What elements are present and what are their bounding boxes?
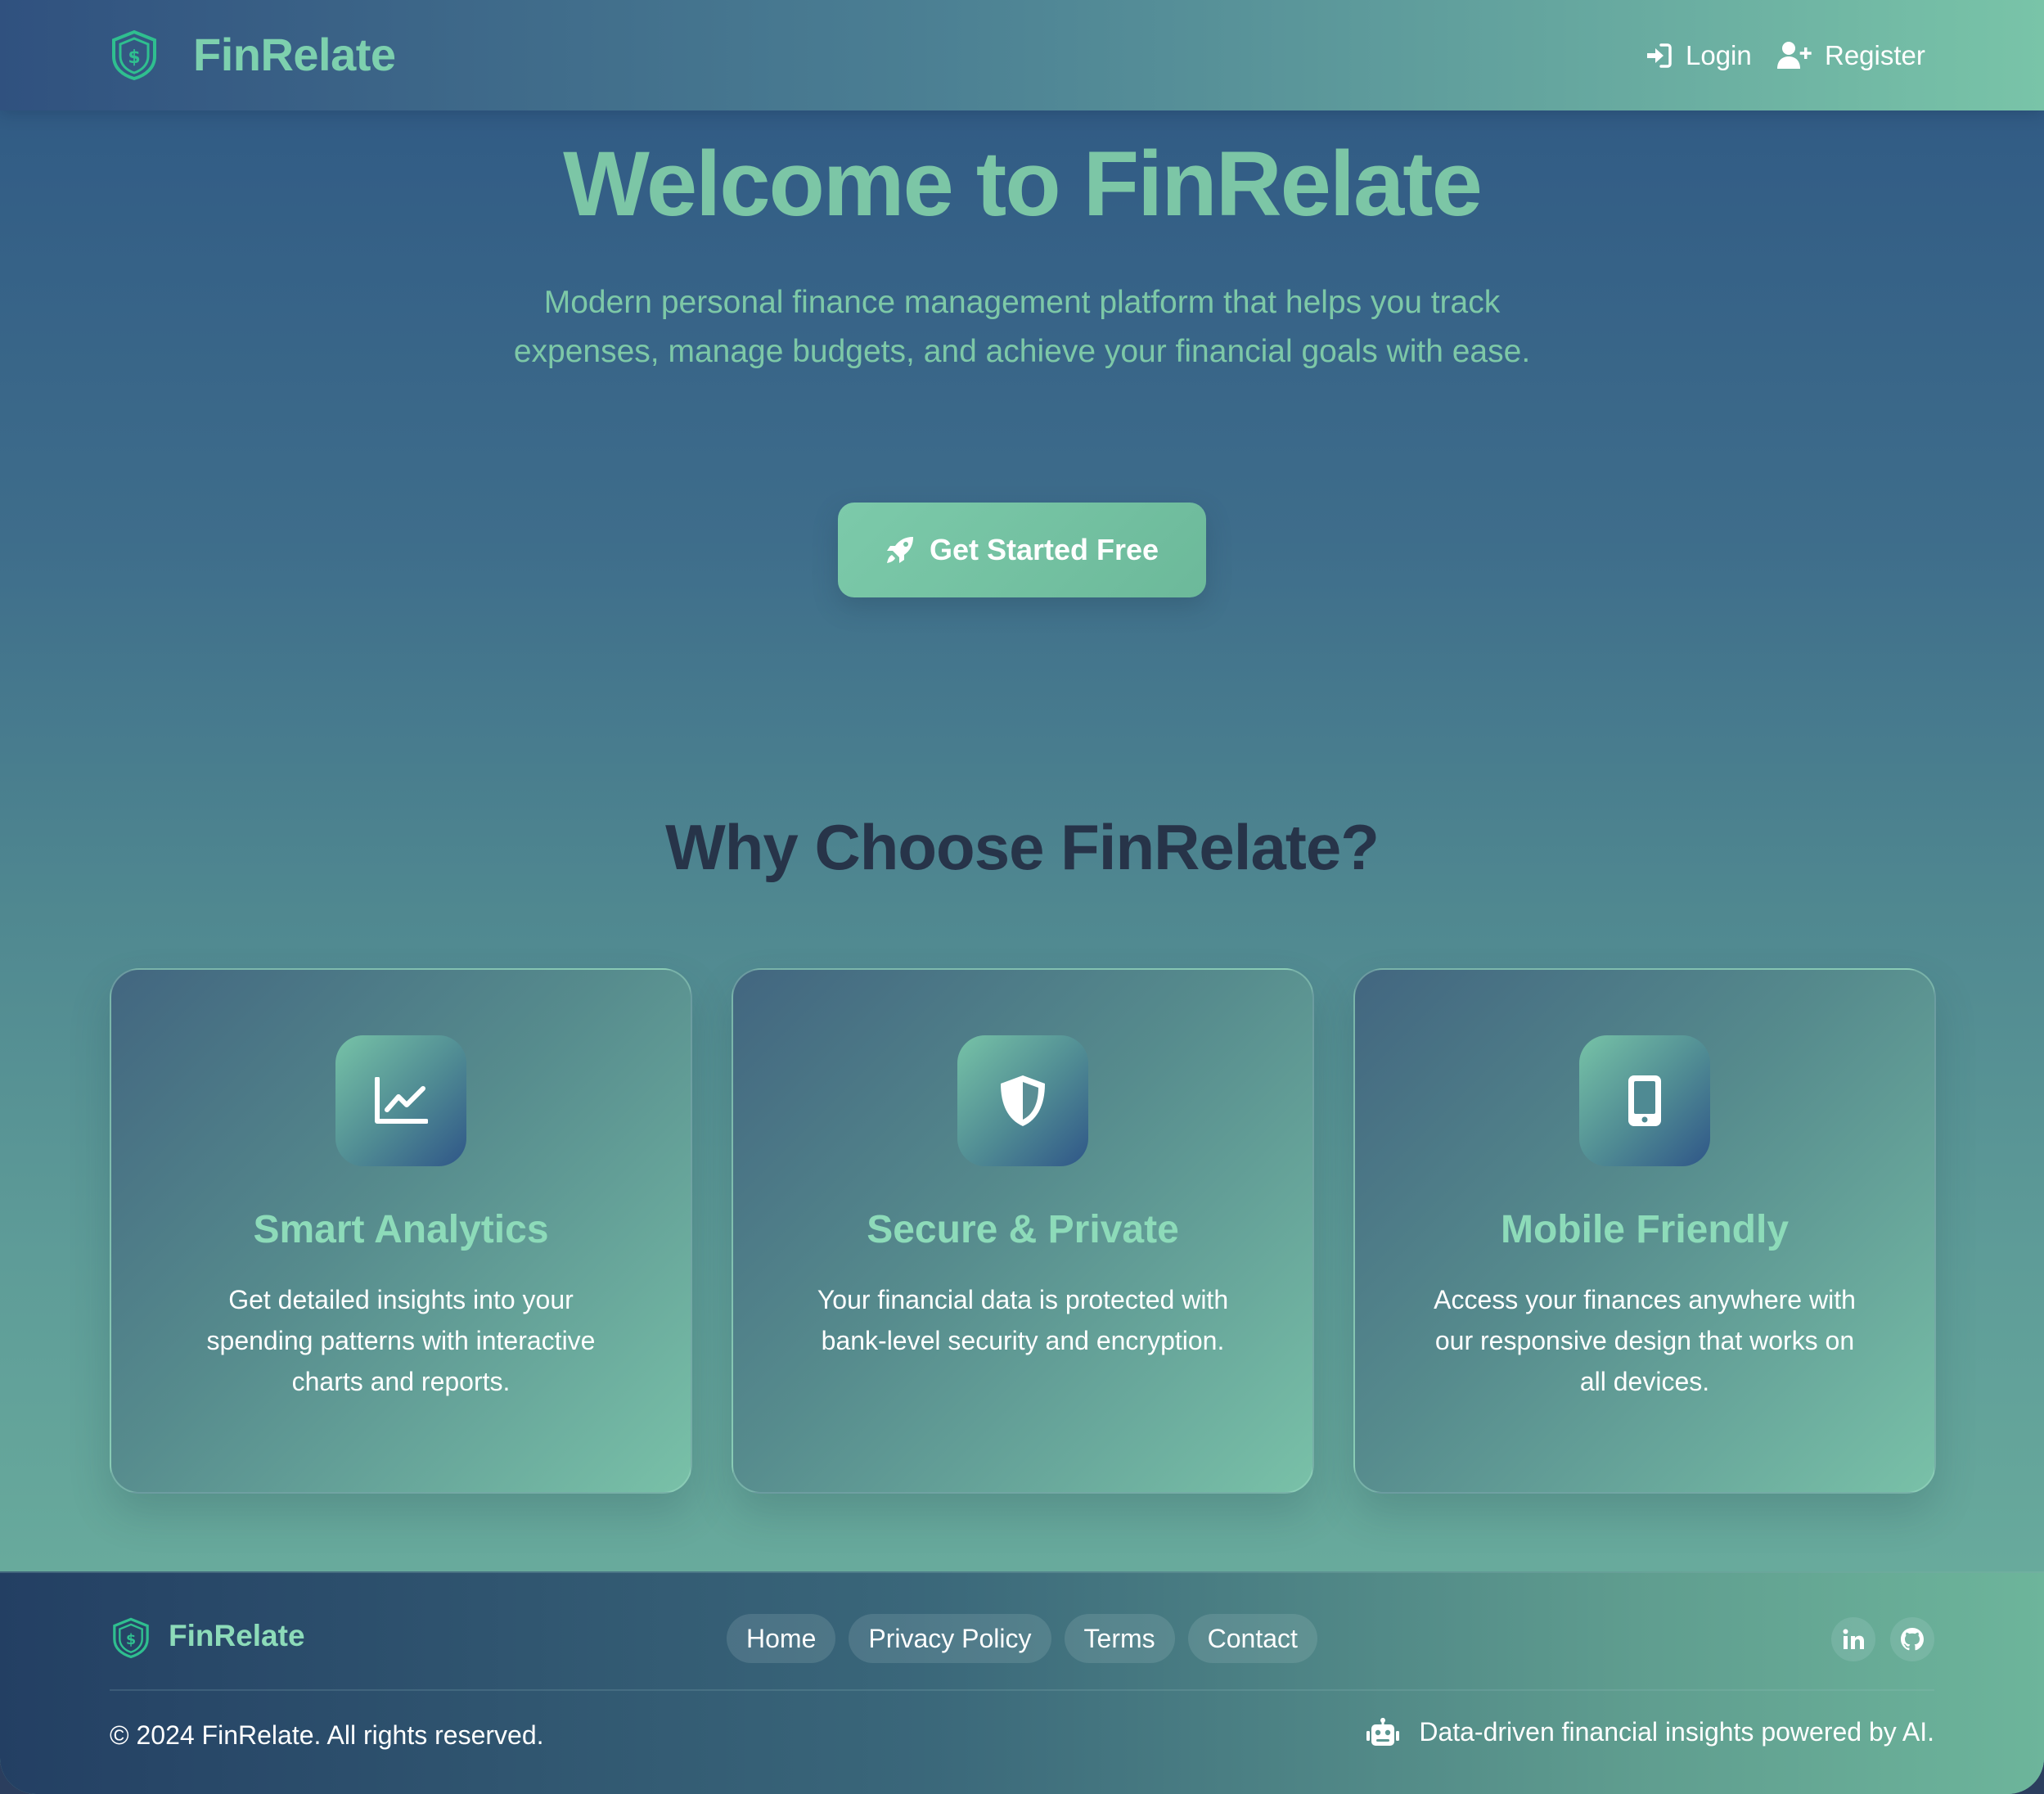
footer-link-terms[interactable]: Terms [1064, 1614, 1175, 1663]
footer: $ FinRelate Home Privacy Policy Terms Co… [0, 1571, 2044, 1794]
shield-dollar-logo-icon[interactable]: $ [110, 1616, 151, 1660]
card-text: Get detailed insights into your spending… [206, 1285, 596, 1396]
login-label: Login [1686, 40, 1752, 70]
card-title: Secure & Private [867, 1208, 1179, 1251]
user-plus-icon [1777, 42, 1812, 69]
register-label: Register [1825, 40, 1925, 70]
features-title: Why Choose FinRelate? [665, 811, 1380, 883]
card-icon-tile [957, 1035, 1088, 1166]
copyright-text: © 2024 FinRelate. All rights reserved. [110, 1720, 544, 1750]
card-text: Access your finances anywhere with our r… [1434, 1285, 1856, 1396]
brand-name[interactable]: FinRelate [193, 28, 396, 81]
linkedin-glyph [1843, 1629, 1864, 1649]
footer-link-home[interactable]: Home [727, 1614, 836, 1663]
hero-title: Welcome to FinRelate [563, 133, 1483, 235]
svg-text:$: $ [126, 1632, 136, 1648]
chart-line-icon [375, 1077, 428, 1124]
card-title: Mobile Friendly [1500, 1208, 1790, 1251]
shield-icon [1001, 1075, 1045, 1126]
github-icon[interactable] [1890, 1617, 1934, 1661]
tagline-text: Data-driven financial insights powered b… [1419, 1717, 1934, 1747]
card-icon-tile [1579, 1035, 1710, 1166]
footer-divider [110, 1689, 1934, 1691]
register-link[interactable]: Register [1777, 38, 1925, 74]
shield-dollar-logo-icon[interactable]: $ [109, 29, 160, 81]
card-title: Smart Analytics [253, 1208, 549, 1251]
rocket-icon [886, 537, 913, 563]
linkedin-icon[interactable] [1831, 1617, 1875, 1661]
hero-subtitle: Modern personal finance management platf… [513, 285, 1531, 369]
github-glyph [1901, 1628, 1924, 1651]
sign-in-icon [1647, 43, 1672, 68]
footer-link-contact[interactable]: Contact [1187, 1614, 1317, 1663]
footer-link-privacy[interactable]: Privacy Policy [849, 1614, 1051, 1663]
footer-brand[interactable]: FinRelate [169, 1619, 305, 1653]
get-started-button[interactable]: Get Started Free [838, 503, 1206, 597]
card-icon-tile [335, 1035, 466, 1166]
feature-card-security: Secure & Private Your financial data is … [732, 968, 1314, 1494]
svg-text:$: $ [128, 47, 140, 68]
top-navbar: $ FinRelate Login Register [0, 0, 2044, 110]
card-text: Your financial data is protected with ba… [817, 1285, 1229, 1355]
get-started-label: Get Started Free [929, 533, 1159, 566]
login-link[interactable]: Login [1645, 38, 1752, 74]
footer-nav: Home Privacy Policy Terms Contact [727, 1614, 1330, 1663]
feature-card-mobile: Mobile Friendly Access your finances any… [1353, 968, 1936, 1494]
ai-tagline: Data-driven financial insights powered b… [1366, 1717, 1934, 1747]
mobile-icon [1628, 1075, 1661, 1126]
landing-page: $ FinRelate Login Register Welcome to Fi… [0, 0, 2044, 1794]
robot-icon [1366, 1717, 1400, 1746]
feature-card-analytics: Smart Analytics Get detailed insights in… [110, 968, 692, 1494]
